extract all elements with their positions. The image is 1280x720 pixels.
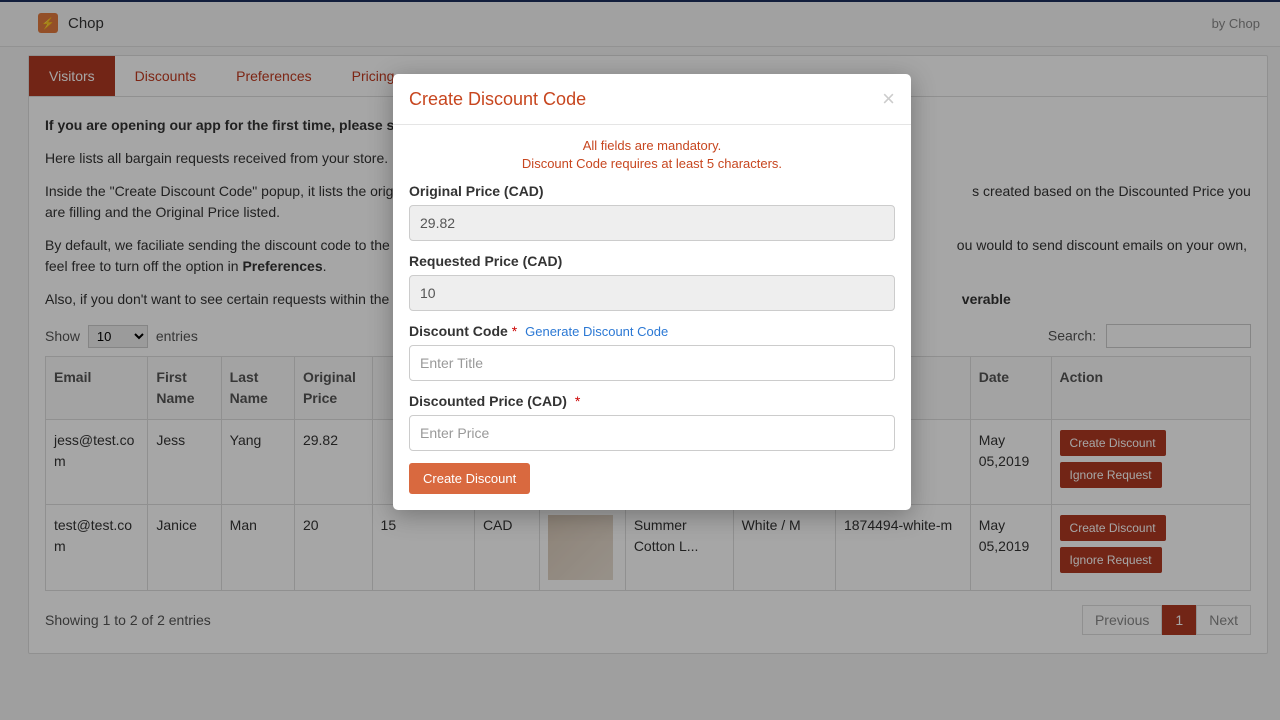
modal-warning: All fields are mandatory.Discount Code r…	[409, 137, 895, 173]
create-discount-modal: Create Discount Code × All fields are ma…	[393, 74, 911, 510]
generate-code-link[interactable]: Generate Discount Code	[525, 324, 668, 339]
close-icon[interactable]: ×	[882, 88, 895, 110]
orig-price-label: Original Price (CAD)	[409, 183, 895, 199]
disc-price-label: Discounted Price (CAD) *	[409, 393, 895, 409]
modal-body: All fields are mandatory.Discount Code r…	[393, 125, 911, 510]
code-label: Discount Code* Generate Discount Code	[409, 323, 895, 339]
req-price-input	[409, 275, 895, 311]
modal-title: Create Discount Code	[409, 89, 586, 110]
create-discount-button[interactable]: Create Discount	[409, 463, 530, 494]
disc-price-input[interactable]	[409, 415, 895, 451]
code-input[interactable]	[409, 345, 895, 381]
orig-price-input	[409, 205, 895, 241]
req-price-label: Requested Price (CAD)	[409, 253, 895, 269]
modal-header: Create Discount Code ×	[393, 74, 911, 125]
